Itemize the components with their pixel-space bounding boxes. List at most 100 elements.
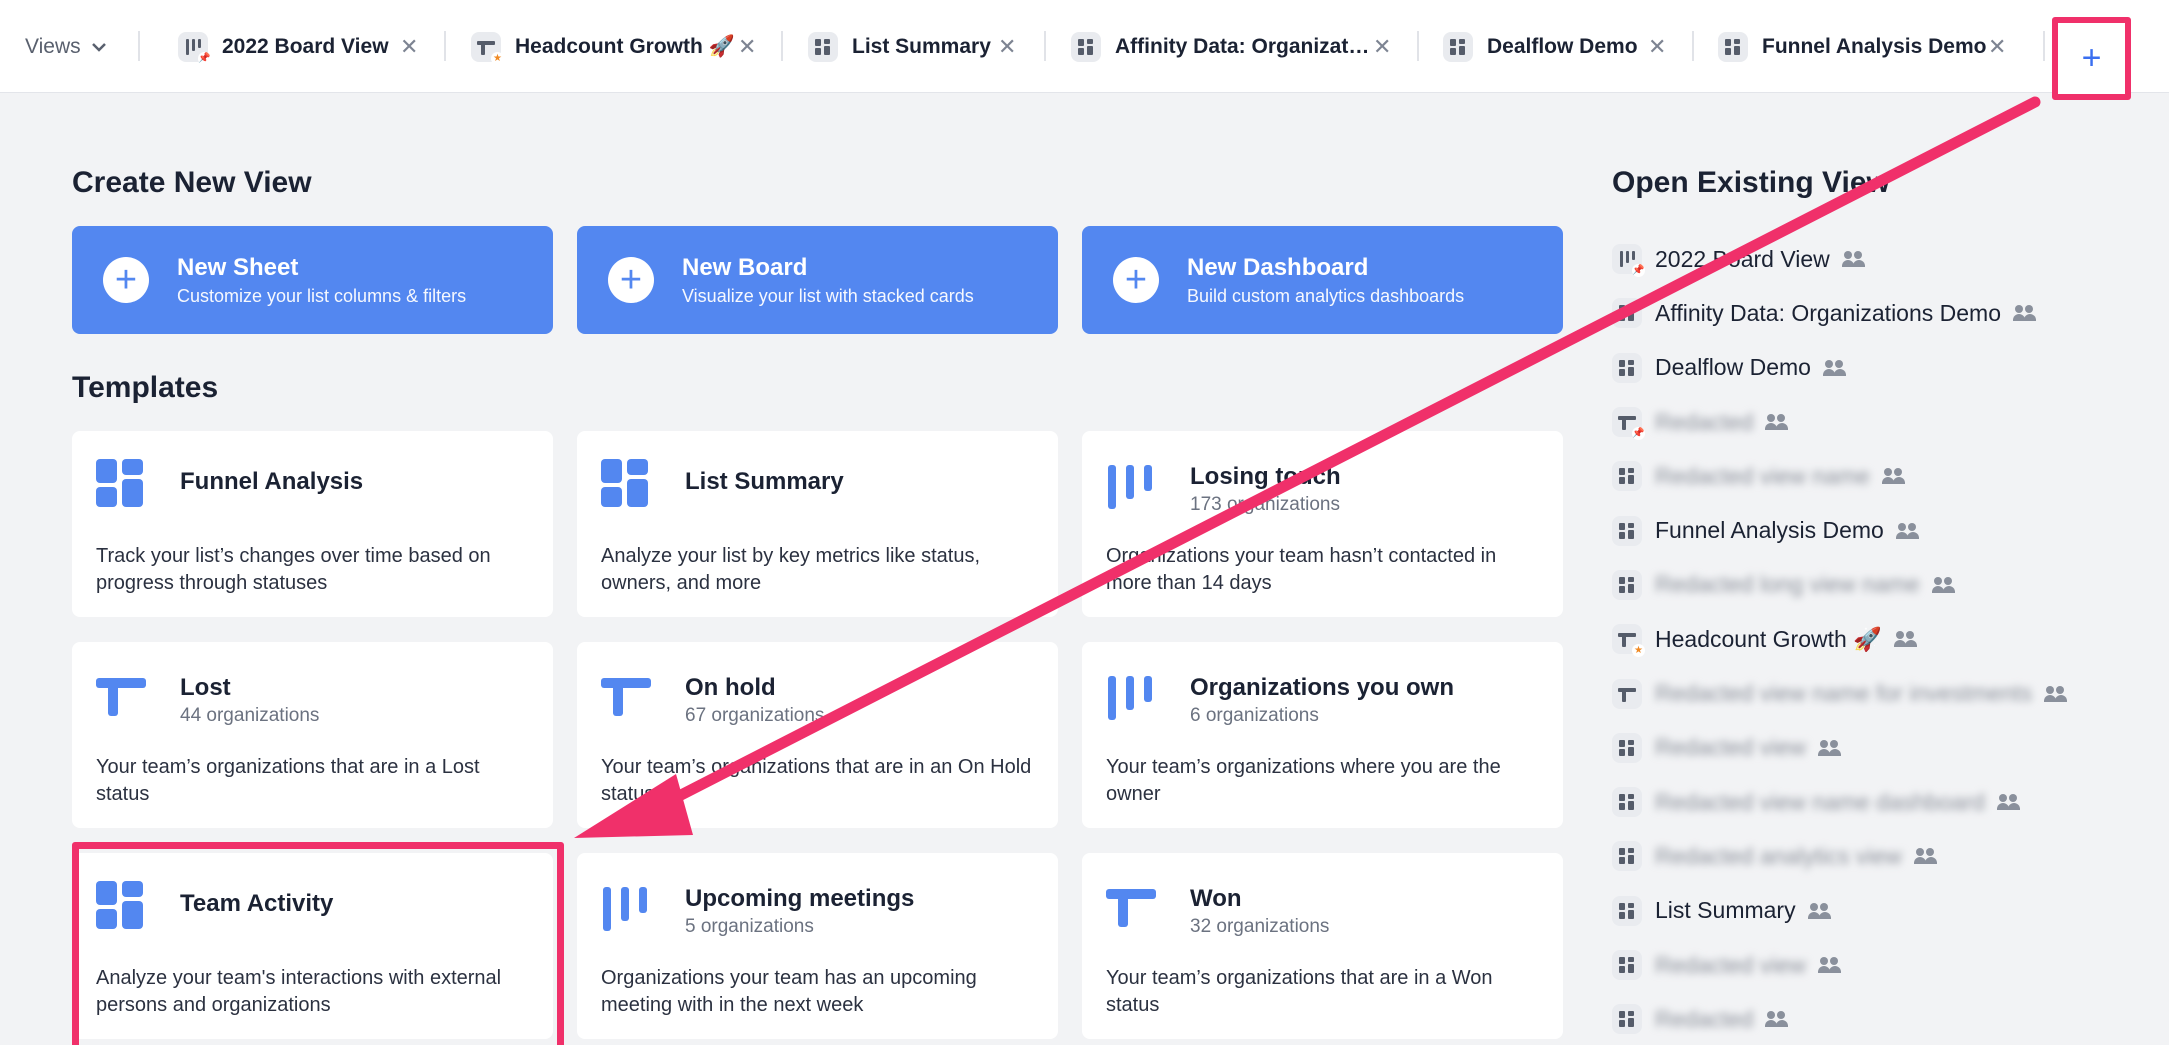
close-icon[interactable]: ✕ [400, 34, 418, 60]
existing-view-label: Dealflow Demo [1655, 354, 1811, 381]
template-card-on-hold[interactable]: On hold 67 organizations Your team’s org… [577, 642, 1058, 828]
sheet-icon: 📌 [1612, 407, 1645, 441]
template-card-upcoming-meetings[interactable]: Upcoming meetings 5 organizations Organi… [577, 853, 1058, 1039]
dashboard-icon [1443, 31, 1473, 62]
existing-view-label: 2022 Board View [1655, 245, 1830, 272]
views-label: Views [25, 34, 81, 58]
close-icon[interactable]: ✕ [1988, 34, 2006, 60]
existing-view-item[interactable]: Funnel Analysis Demo [1612, 503, 2152, 557]
existing-view-item[interactable]: 📌 2022 Board View [1612, 232, 2152, 286]
dashboard-icon [1612, 787, 1642, 818]
existing-view-item[interactable]: Redacted view [1612, 721, 2152, 775]
template-count: 67 organizations [685, 705, 825, 726]
dashboard-icon [1612, 298, 1642, 329]
existing-view-label: List Summary [1655, 897, 1796, 924]
existing-view-item[interactable]: Redacted view name [1612, 449, 2152, 503]
existing-view-item[interactable]: ★ Headcount Growth 🚀 [1612, 612, 2152, 666]
template-card-lost[interactable]: Lost 44 organizations Your team’s organi… [72, 642, 553, 828]
dashboard-icon [1612, 950, 1642, 980]
dashboard-icon [1612, 1004, 1642, 1035]
board-icon: 📌 [178, 31, 211, 65]
shared-users-icon [2044, 685, 2068, 702]
template-name: List Summary [685, 468, 844, 495]
tab-2022-board-view[interactable]: 📌 2022 Board View [178, 0, 389, 93]
sheet-icon [1106, 881, 1156, 931]
existing-view-item[interactable]: Redacted view name dashboard [1612, 775, 2152, 829]
create-new-view-title: Create New View [72, 166, 312, 199]
template-name: Funnel Analysis [180, 468, 364, 495]
template-count: 173 organizations [1190, 494, 1340, 515]
existing-view-item[interactable]: Dealflow Demo [1612, 341, 2152, 395]
close-icon[interactable]: ✕ [998, 34, 1016, 60]
existing-view-label: Redacted view name [1655, 462, 1870, 489]
template-description: Analyze your team's interactions with ex… [96, 967, 502, 1016]
existing-views-list: 📌 2022 Board View Affinity Data: Organiza… [1612, 232, 2152, 1045]
sheet-icon: ★ [1612, 624, 1645, 658]
dashboard-icon [1612, 515, 1642, 546]
plus-icon: + [1113, 257, 1159, 303]
shared-users-icon [1913, 848, 1938, 865]
new-dashboard-button[interactable]: + New Dashboard Build custom analytics d… [1082, 226, 1563, 334]
button-title: New Board [682, 253, 808, 281]
close-icon[interactable]: ✕ [1648, 34, 1666, 60]
shared-users-icon [1931, 576, 1956, 593]
template-card-team-activity[interactable]: Team Activity Analyze your team's intera… [72, 853, 553, 1039]
new-board-button[interactable]: + New Board Visualize your list with sta… [577, 226, 1058, 334]
close-icon[interactable]: ✕ [738, 34, 756, 60]
existing-view-item[interactable]: 📌 Redacted [1612, 395, 2152, 449]
board-icon [601, 881, 651, 931]
views-dropdown[interactable]: Views [25, 0, 107, 93]
template-card-organizations-you-own[interactable]: Organizations you own 6 organizations Yo… [1082, 642, 1563, 828]
tab-label: Affinity Data: Organizat… [1115, 34, 1370, 58]
existing-view-item[interactable]: Redacted view [1612, 938, 2152, 992]
tab-list-summary[interactable]: List Summary [808, 0, 991, 93]
dashboard-icon [1718, 31, 1748, 62]
template-card-list-summary[interactable]: List Summary Analyze your list by key me… [577, 431, 1058, 617]
tab-funnel-analysis-demo[interactable]: Funnel Analysis Demo [1718, 0, 1986, 93]
shared-users-icon [1765, 1011, 1789, 1028]
tab-divider [1692, 31, 1694, 61]
tab-affinity-data[interactable]: Affinity Data: Organizat… [1071, 0, 1369, 93]
template-card-funnel-analysis[interactable]: Funnel Analysis Track your list’s change… [72, 431, 553, 617]
button-title: New Sheet [177, 253, 299, 281]
template-card-won[interactable]: Won 32 organizations Your team’s organiz… [1082, 853, 1563, 1039]
dashboard-icon [96, 881, 146, 931]
template-name: On hold [685, 674, 776, 701]
template-description: Organizations your team hasn’t contacted… [1106, 545, 1497, 594]
tab-divider [444, 31, 446, 61]
dashboard-icon [1612, 841, 1642, 872]
button-description: Customize your list columns & filters [177, 285, 467, 306]
template-name: Lost [180, 674, 231, 701]
template-count: 6 organizations [1190, 705, 1319, 726]
template-name: Team Activity [180, 890, 334, 917]
close-icon[interactable]: ✕ [1373, 34, 1391, 60]
existing-view-label: Redacted analytics view [1655, 842, 1902, 869]
existing-view-item[interactable]: List Summary [1612, 884, 2152, 938]
existing-view-item[interactable]: Redacted view name for investments [1612, 666, 2152, 720]
tab-divider [1044, 31, 1046, 61]
new-sheet-button[interactable]: + New Sheet Customize your list columns … [72, 226, 553, 334]
tab-dealflow-demo[interactable]: Dealflow Demo [1443, 0, 1638, 93]
sheet-icon [601, 670, 651, 720]
existing-view-item[interactable]: Redacted [1612, 992, 2152, 1045]
templates-title: Templates [72, 371, 219, 404]
shared-users-icon [1996, 794, 2021, 811]
existing-view-item[interactable]: Redacted long view name [1612, 558, 2152, 612]
shared-users-icon [1895, 522, 1920, 539]
template-description: Your team’s organizations that are in a … [96, 756, 480, 805]
dashboard-icon [1612, 895, 1642, 926]
shared-users-icon [2013, 305, 2037, 322]
template-count: 44 organizations [180, 705, 320, 726]
shared-users-icon [1841, 251, 1866, 268]
template-description: Track your list’s changes over time base… [96, 545, 491, 594]
existing-view-item[interactable]: Redacted analytics view [1612, 829, 2152, 883]
tab-divider [1417, 31, 1419, 61]
existing-view-label: Funnel Analysis Demo [1655, 517, 1884, 544]
tab-headcount-growth[interactable]: ★ Headcount Growth 🚀 [471, 0, 735, 93]
template-name: Won [1190, 885, 1242, 912]
existing-view-item[interactable]: Affinity Data: Organizations Demo [1612, 286, 2152, 340]
existing-view-label: Redacted view [1655, 734, 1806, 761]
add-view-button[interactable]: + [2052, 17, 2131, 100]
template-card-losing-touch[interactable]: Losing touch 173 organizations Organizat… [1082, 431, 1563, 617]
tab-label: 2022 Board View [222, 34, 389, 58]
